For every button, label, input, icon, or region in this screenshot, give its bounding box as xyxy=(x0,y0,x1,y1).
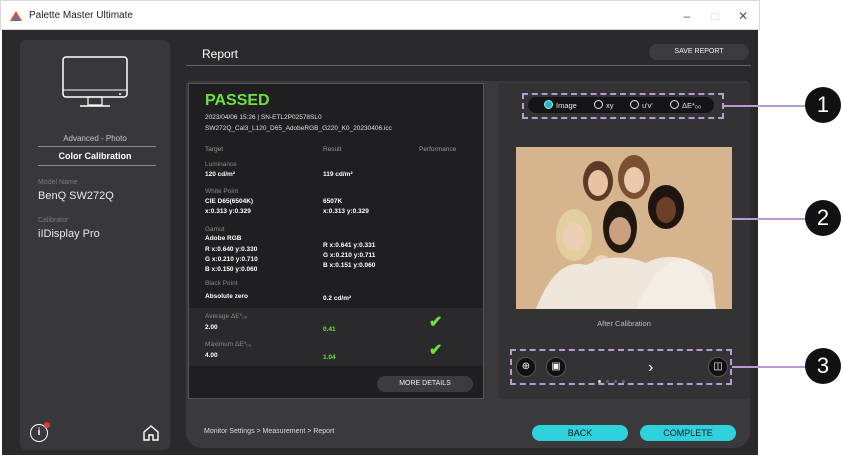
callout-line-3 xyxy=(732,366,806,368)
page-title: Report xyxy=(202,47,239,61)
gamut-target-r: R x:0.640 y:0.330 xyxy=(205,246,258,253)
report-datetime: 2023/04/06 15:26 | SN-ETL2P02578SL0 xyxy=(205,114,322,121)
callout-line-1 xyxy=(724,105,806,107)
white-point-target: CIE D65(6504K) xyxy=(205,198,254,205)
monitor-icon xyxy=(62,56,128,107)
close-button[interactable]: ✕ xyxy=(733,7,753,25)
breadcrumb: Monitor Settings > Measurement > Report xyxy=(204,428,335,435)
title-bar: Palette Master Ultimate – □ ✕ xyxy=(0,0,760,30)
gamut-target-g: G x:0.210 y:0.710 xyxy=(205,256,258,263)
mode-label: Advanced - Photo xyxy=(63,134,127,143)
luminance-result: 119 cd/m² xyxy=(323,171,353,178)
minimize-button[interactable]: – xyxy=(677,7,697,25)
max-de-check-icon: ✔ xyxy=(429,342,443,359)
portrait-illustration xyxy=(516,147,732,309)
luminance-label: Luminance xyxy=(205,161,237,168)
white-point-target-xy: x:0.313 y:0.329 xyxy=(205,208,251,215)
status-badge: PASSED xyxy=(205,92,270,109)
max-de-label: Maximum ΔE*₀₀ xyxy=(205,341,252,348)
back-button[interactable]: BACK xyxy=(532,425,628,441)
save-report-button[interactable]: SAVE REPORT xyxy=(649,44,749,60)
gamut-result-g: G x:0.210 y:0.711 xyxy=(323,252,376,259)
luminance-target: 120 cd/m² xyxy=(205,171,235,178)
black-point-result: 0.2 cd/m² xyxy=(323,295,352,302)
max-de-result: 1.04 xyxy=(323,354,336,361)
col-result: Result xyxy=(323,146,342,153)
avg-de-check-icon: ✔ xyxy=(429,314,443,331)
callout-number-1: 1 xyxy=(805,87,841,123)
calibrator-label: Calibrator xyxy=(38,217,69,224)
callout-box-1 xyxy=(522,93,724,119)
white-point-result-xy: x:0.313 y:0.329 xyxy=(323,208,369,215)
white-point-result: 6507K xyxy=(323,198,343,205)
notification-dot xyxy=(44,422,50,428)
callout-box-3 xyxy=(510,349,732,385)
maximize-button[interactable]: □ xyxy=(705,7,725,25)
app-body: Advanced - Photo Color Calibration Model… xyxy=(2,30,841,455)
model-name-value: BenQ SW272Q xyxy=(38,190,114,202)
gamut-result-r: R x:0.641 y:0.331 xyxy=(323,242,376,249)
app-window: Palette Master Ultimate – □ ✕ Advanced -… xyxy=(0,0,842,455)
image-caption: After Calibration xyxy=(597,319,651,328)
device-sidebar: Advanced - Photo Color Calibration Model… xyxy=(20,40,170,450)
home-icon[interactable] xyxy=(142,424,160,442)
more-details-button[interactable]: MORE DETAILS xyxy=(377,376,473,392)
divider xyxy=(38,165,156,166)
avg-de-target: 2.00 xyxy=(205,324,218,331)
complete-button[interactable]: COMPLETE xyxy=(640,425,736,441)
calibration-preview-image xyxy=(516,147,732,309)
divider xyxy=(38,146,156,147)
app-logo-icon xyxy=(10,11,22,21)
report-profile: SW272Q_Cal3_L120_D65_AdobeRGB_G220_K0_20… xyxy=(205,125,392,132)
black-point-target: Absolute zero xyxy=(205,293,248,300)
white-point-label: White Point xyxy=(205,188,239,195)
col-target: Target xyxy=(205,146,224,153)
max-de-target: 4.00 xyxy=(205,352,218,359)
gamut-target-b: B x:0.150 y:0.060 xyxy=(205,266,258,273)
avg-de-result: 0.41 xyxy=(323,326,336,333)
model-name-label: Model Name xyxy=(38,179,78,186)
gamut-label: Gamut xyxy=(205,226,225,233)
gamut-result-b: B x:0.151 y:0.060 xyxy=(323,262,376,269)
callout-number-2: 2 xyxy=(805,200,841,236)
col-performance: Performance xyxy=(419,146,457,153)
callout-number-3: 3 xyxy=(805,348,841,384)
window-title: Palette Master Ultimate xyxy=(29,10,133,21)
callout-line-2 xyxy=(732,218,806,220)
report-card: PASSED 2023/04/06 15:26 | SN-ETL2P02578S… xyxy=(188,83,484,399)
gamut-target-name: Adobe RGB xyxy=(205,235,242,242)
black-point-label: Black Point xyxy=(205,280,238,287)
avg-de-label: Average ΔE*₀₀ xyxy=(205,313,248,320)
header-divider xyxy=(186,65,751,66)
calibrator-value: iIDisplay Pro xyxy=(38,228,100,240)
section-label: Color Calibration xyxy=(58,151,132,161)
footer-bar: Monitor Settings > Measurement > Report … xyxy=(186,416,750,448)
